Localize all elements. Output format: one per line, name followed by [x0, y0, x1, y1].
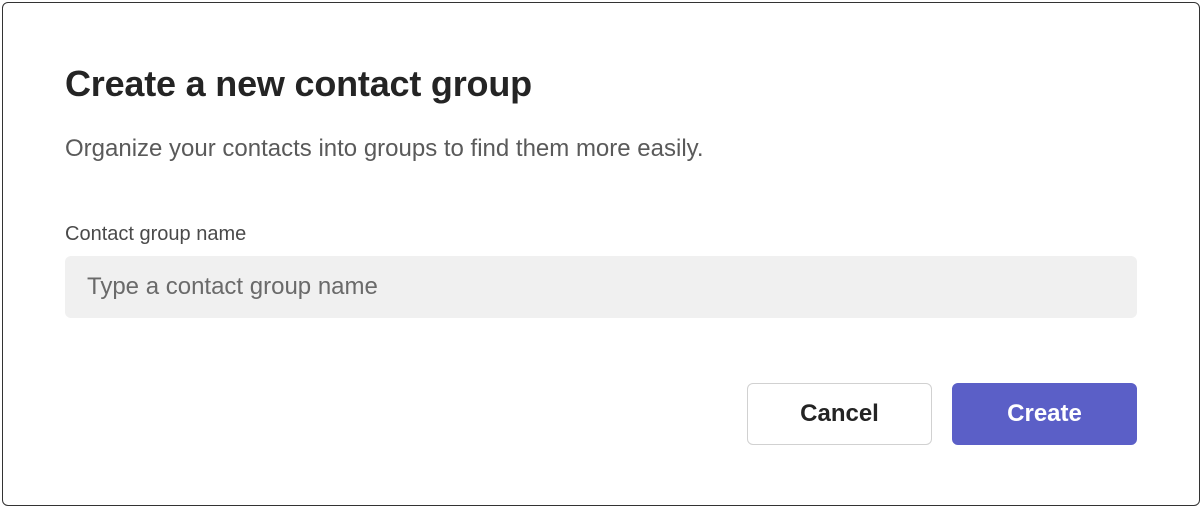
contact-group-name-input[interactable] [65, 256, 1137, 318]
dialog-title: Create a new contact group [65, 63, 1137, 105]
contact-group-name-label: Contact group name [65, 223, 1137, 246]
dialog-description: Organize your contacts into groups to fi… [65, 135, 1137, 163]
cancel-button[interactable]: Cancel [747, 383, 932, 445]
dialog-button-row: Cancel Create [747, 383, 1137, 445]
create-button[interactable]: Create [952, 383, 1137, 445]
create-contact-group-dialog: Create a new contact group Organize your… [2, 2, 1200, 506]
